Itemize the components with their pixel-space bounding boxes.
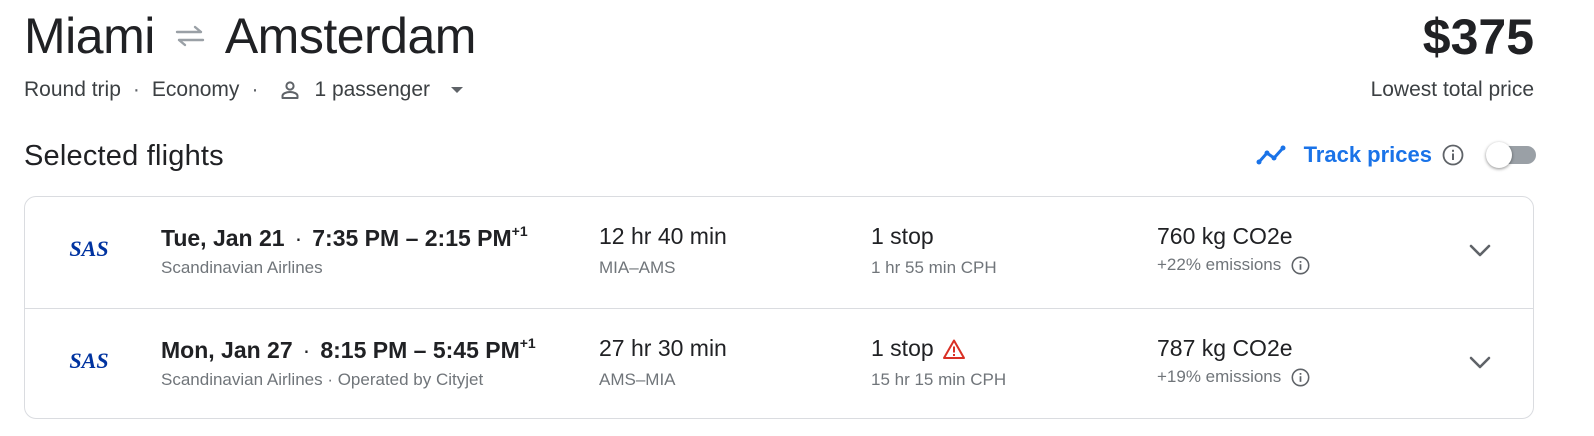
lowest-price: $375 <box>1422 9 1534 65</box>
separator-dot: · <box>294 225 303 251</box>
price-caption: Lowest total price <box>1370 78 1534 101</box>
flight-date-times: Mon, Jan 27 · 8:15 PM – 5:45 PM+1 <box>161 335 536 364</box>
cabin-class[interactable]: Economy <box>152 78 240 102</box>
trend-line-icon <box>1256 145 1286 165</box>
chevron-down-icon[interactable] <box>1467 241 1493 259</box>
swap-arrows-icon <box>175 25 205 47</box>
route-title: Miami Amsterdam <box>24 8 476 64</box>
svg-text:SAS: SAS <box>69 348 108 373</box>
airline-name: Scandinavian Airlines <box>161 258 323 277</box>
co2-amount: 760 kg CO2e <box>1157 223 1293 249</box>
flight-times: 8:15 PM – 5:45 PM <box>320 337 520 363</box>
flight-date: Mon, Jan 27 <box>161 337 293 363</box>
flight-stops: 1 stop <box>871 223 934 250</box>
passenger-selector[interactable]: 1 passenger <box>314 78 430 102</box>
flight-duration: 27 hr 30 min <box>599 335 727 361</box>
trip-options: Round trip · Economy · 1 passenger <box>24 78 464 102</box>
flight-times: 7:35 PM – 2:15 PM <box>312 225 512 251</box>
emissions-percent: +19% emissions <box>1157 367 1282 386</box>
flight-airports: MIA–AMS <box>599 258 676 277</box>
section-title: Selected flights <box>24 140 224 172</box>
day-offset: +1 <box>519 335 536 351</box>
emissions-percent: +22% emissions <box>1157 255 1282 274</box>
flight-date: Tue, Jan 21 <box>161 225 285 251</box>
stops-count: 1 stop <box>871 223 934 249</box>
info-icon[interactable] <box>1291 368 1310 387</box>
flight-row[interactable]: SAS Mon, Jan 27 · 8:15 PM – 5:45 PM+1 Scan… <box>25 308 1533 419</box>
chevron-down-icon[interactable] <box>1467 353 1493 371</box>
flight-row[interactable]: SAS Tue, Jan 21 · 7:35 PM – 2:15 PM+1 Scan… <box>25 197 1533 308</box>
flight-date-times: Tue, Jan 21 · 7:35 PM – 2:15 PM+1 <box>161 223 528 252</box>
track-prices-label[interactable]: Track prices <box>1304 142 1432 168</box>
separator-dot: · <box>251 78 259 101</box>
track-prices-toggle[interactable] <box>1486 142 1536 168</box>
warning-icon[interactable] <box>942 338 966 360</box>
layover-info: 1 hr 55 min CPH <box>871 258 997 277</box>
info-icon[interactable] <box>1442 144 1464 166</box>
day-offset: +1 <box>511 223 528 239</box>
trip-type[interactable]: Round trip <box>24 78 121 102</box>
stops-count: 1 stop <box>871 335 934 361</box>
flight-stops: 1 stop <box>871 335 966 362</box>
layover-info: 15 hr 15 min CPH <box>871 370 1007 389</box>
selected-flights-card: SAS Tue, Jan 21 · 7:35 PM – 2:15 PM+1 Scan… <box>24 196 1534 419</box>
origin-city: Miami <box>24 8 155 64</box>
flight-duration: 12 hr 40 min <box>599 223 727 249</box>
toggle-thumb <box>1486 142 1512 168</box>
separator-dot: · <box>302 337 311 363</box>
sas-logo: SAS <box>69 348 108 373</box>
separator-dot: · <box>132 78 140 101</box>
track-prices: Track prices <box>1256 142 1536 168</box>
svg-text:SAS: SAS <box>69 236 108 261</box>
co2-amount: 787 kg CO2e <box>1157 335 1293 361</box>
destination-city: Amsterdam <box>224 8 477 64</box>
dropdown-caret-icon[interactable] <box>450 85 464 95</box>
airline-name: Scandinavian Airlines · Operated by City… <box>161 370 484 389</box>
sas-logo: SAS <box>69 236 108 261</box>
info-icon[interactable] <box>1291 256 1310 275</box>
emissions-info: +22% emissions <box>1157 255 1310 275</box>
flight-airports: AMS–MIA <box>599 370 676 389</box>
person-icon <box>281 81 299 99</box>
emissions-info: +19% emissions <box>1157 367 1310 387</box>
